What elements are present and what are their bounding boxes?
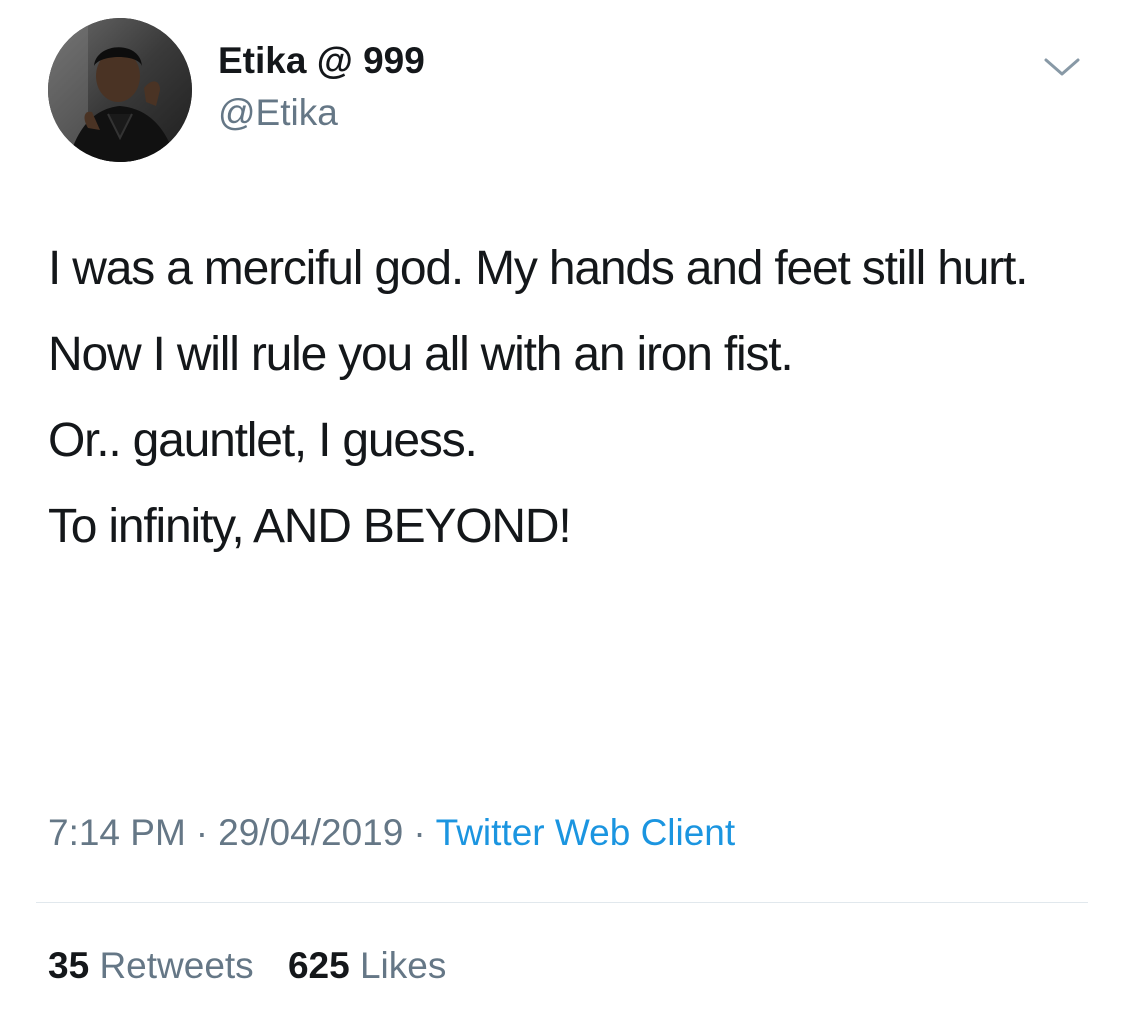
tweet-paragraph: To infinity, AND BEYOND! [48, 500, 572, 553]
tweet-text: I was a merciful god. My hands and feet … [48, 240, 1088, 584]
likes-label: Likes [359, 945, 447, 986]
divider [36, 902, 1088, 903]
tweet-paragraph: Or.. gauntlet, I guess. [48, 414, 478, 467]
client-link[interactable]: Twitter Web Client [436, 812, 736, 853]
chevron-down-icon[interactable] [1042, 54, 1082, 82]
likes-count: 625 [287, 945, 350, 986]
retweets-stat[interactable]: 35 Retweets [48, 945, 254, 986]
tweet-date[interactable]: 29/04/2019 [218, 812, 403, 853]
retweets-label: Retweets [99, 945, 254, 986]
tweet-paragraph: I was a merciful god. My hands and feet … [48, 242, 1028, 295]
engagement-stats: 35 Retweets 625 Likes [48, 945, 470, 987]
tweet-metadata: 7:14 PM · 29/04/2019 · Twitter Web Client [48, 812, 735, 854]
user-handle[interactable]: @Etika [218, 92, 338, 134]
tweet-time[interactable]: 7:14 PM [48, 812, 186, 853]
meta-separator: · [413, 812, 426, 853]
meta-separator: · [195, 812, 209, 853]
tweet-paragraph: Now I will rule you all with an iron fis… [48, 328, 794, 381]
retweets-count: 35 [48, 945, 90, 986]
display-name[interactable]: Etika @ 999 [218, 40, 425, 82]
avatar[interactable] [48, 18, 192, 162]
likes-stat[interactable]: 625 Likes [288, 945, 446, 986]
